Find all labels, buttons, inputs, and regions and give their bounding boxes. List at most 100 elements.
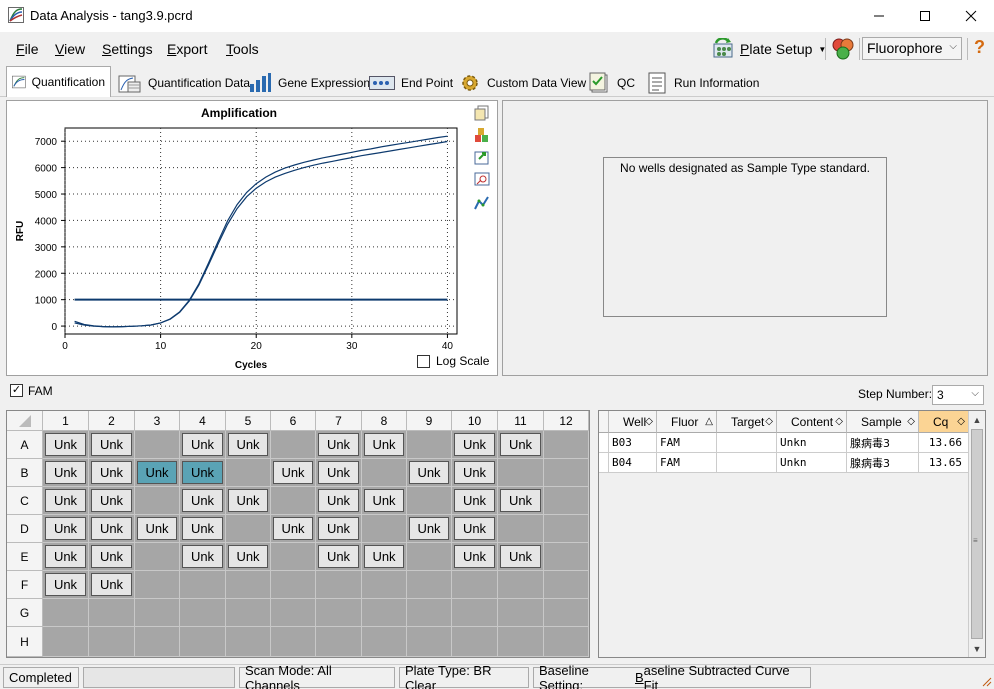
- plate-well[interactable]: Unk: [316, 487, 362, 515]
- well-group-icon[interactable]: [830, 37, 856, 61]
- plate-well[interactable]: [362, 571, 407, 599]
- plate-well[interactable]: [544, 459, 589, 487]
- minimize-button[interactable]: [856, 0, 902, 32]
- plate-row-header[interactable]: C: [7, 487, 43, 515]
- chart-colors-icon[interactable]: [474, 127, 490, 143]
- sort-icon[interactable]: ◇: [907, 416, 915, 427]
- plate-row-header[interactable]: D: [7, 515, 43, 543]
- plate-well[interactable]: [43, 599, 89, 627]
- plate-well[interactable]: [271, 543, 316, 571]
- tab-gene-expression[interactable]: Gene Expression: [243, 68, 375, 97]
- plate-well[interactable]: [226, 459, 271, 487]
- help-icon[interactable]: ?: [974, 37, 985, 58]
- plate-setup-button[interactable]: Plate Setup ▼: [712, 36, 826, 62]
- plate-well[interactable]: [271, 627, 316, 657]
- plate-column-header[interactable]: 2: [89, 411, 135, 431]
- step-number-select[interactable]: 3 ⌵: [932, 385, 984, 405]
- sort-icon[interactable]: ◇: [835, 416, 843, 427]
- plate-well[interactable]: Unk: [180, 487, 226, 515]
- plate-well[interactable]: [407, 543, 452, 571]
- cell-target[interactable]: [717, 453, 777, 473]
- scroll-thumb[interactable]: [971, 429, 983, 639]
- plate-well[interactable]: [498, 627, 544, 657]
- plate-well[interactable]: [271, 487, 316, 515]
- menu-view[interactable]: View: [55, 41, 85, 57]
- cell-well[interactable]: B03: [609, 433, 657, 453]
- plate-well[interactable]: Unk: [362, 543, 407, 571]
- plate-well[interactable]: [362, 627, 407, 657]
- row-header[interactable]: [599, 433, 609, 453]
- scroll-up-icon[interactable]: ▲: [969, 411, 985, 428]
- plate-well[interactable]: Unk: [407, 515, 452, 543]
- plate-well[interactable]: [498, 459, 544, 487]
- plate-well[interactable]: [89, 599, 135, 627]
- plate-column-header[interactable]: 10: [452, 411, 498, 431]
- plate-well[interactable]: [226, 515, 271, 543]
- plate-well[interactable]: [362, 459, 407, 487]
- plate-row-header[interactable]: F: [7, 571, 43, 599]
- tab-end-point[interactable]: End Point: [364, 68, 458, 97]
- plate-well[interactable]: [316, 571, 362, 599]
- vertical-scrollbar[interactable]: ▲ ≡ ▼: [968, 411, 985, 657]
- plate-well[interactable]: [544, 515, 589, 543]
- plate-well[interactable]: [271, 599, 316, 627]
- plate-well[interactable]: [180, 627, 226, 657]
- trace-styles-icon[interactable]: [474, 195, 490, 211]
- baseline-setting-status[interactable]: Baseline Setting: Baseline Subtracted Cu…: [533, 663, 811, 689]
- plate-row-header[interactable]: G: [7, 599, 43, 627]
- plate-row-header[interactable]: B: [7, 459, 43, 487]
- plate-well[interactable]: Unk: [180, 431, 226, 459]
- plate-column-header[interactable]: 12: [544, 411, 589, 431]
- plate-column-header[interactable]: 6: [271, 411, 316, 431]
- plate-well[interactable]: Unk: [89, 431, 135, 459]
- menu-file[interactable]: File: [16, 41, 39, 57]
- fam-checkbox[interactable]: ✓: [10, 384, 23, 397]
- plate-row-header[interactable]: A: [7, 431, 43, 459]
- column-header-content[interactable]: Content ◇: [777, 411, 847, 433]
- plate-well[interactable]: Unk: [89, 487, 135, 515]
- cell-fluor[interactable]: FAM: [657, 453, 717, 473]
- plate-well[interactable]: [135, 627, 180, 657]
- sort-icon[interactable]: ◇: [765, 416, 773, 427]
- plate-well[interactable]: [498, 515, 544, 543]
- plate-well[interactable]: Unk: [43, 515, 89, 543]
- menu-settings[interactable]: Settings: [102, 41, 153, 57]
- plate-well[interactable]: Unk: [180, 459, 226, 487]
- plate-well[interactable]: Unk: [43, 487, 89, 515]
- plate-well[interactable]: [362, 515, 407, 543]
- cell-sample[interactable]: 腺病毒3: [847, 453, 919, 473]
- plate-column-header[interactable]: 3: [135, 411, 180, 431]
- plate-well[interactable]: Unk: [498, 487, 544, 515]
- plate-well[interactable]: Unk: [43, 459, 89, 487]
- plate-well[interactable]: Unk: [89, 459, 135, 487]
- plate-well[interactable]: Unk: [362, 487, 407, 515]
- plate-well[interactable]: Unk: [452, 431, 498, 459]
- plate-well[interactable]: Unk: [180, 543, 226, 571]
- plate-well[interactable]: [407, 431, 452, 459]
- plate-well[interactable]: Unk: [452, 487, 498, 515]
- close-button[interactable]: [948, 0, 994, 32]
- plate-well[interactable]: Unk: [316, 515, 362, 543]
- plate-well[interactable]: Unk: [271, 459, 316, 487]
- tab-run-information[interactable]: Run Information: [641, 68, 764, 97]
- cell-cq[interactable]: 13.65: [919, 453, 969, 473]
- plate-well[interactable]: [544, 599, 589, 627]
- plate-well[interactable]: Unk: [452, 543, 498, 571]
- sort-icon[interactable]: ◇: [957, 416, 965, 427]
- cell-fluor[interactable]: FAM: [657, 433, 717, 453]
- plate-well[interactable]: Unk: [226, 487, 271, 515]
- plate-well[interactable]: Unk: [43, 571, 89, 599]
- plate-well[interactable]: [407, 599, 452, 627]
- plate-column-header[interactable]: 11: [498, 411, 544, 431]
- plate-well[interactable]: [135, 543, 180, 571]
- plate-well[interactable]: Unk: [89, 515, 135, 543]
- tab-custom-data-view[interactable]: Custom Data View: [454, 68, 591, 97]
- column-header-well[interactable]: Well ◇: [609, 411, 657, 433]
- menu-export[interactable]: Export: [167, 41, 207, 57]
- plate-well[interactable]: [226, 571, 271, 599]
- plate-well[interactable]: [271, 431, 316, 459]
- cell-sample[interactable]: 腺病毒3: [847, 433, 919, 453]
- plate-well[interactable]: [452, 599, 498, 627]
- plate-well[interactable]: [498, 571, 544, 599]
- plate-well[interactable]: [226, 627, 271, 657]
